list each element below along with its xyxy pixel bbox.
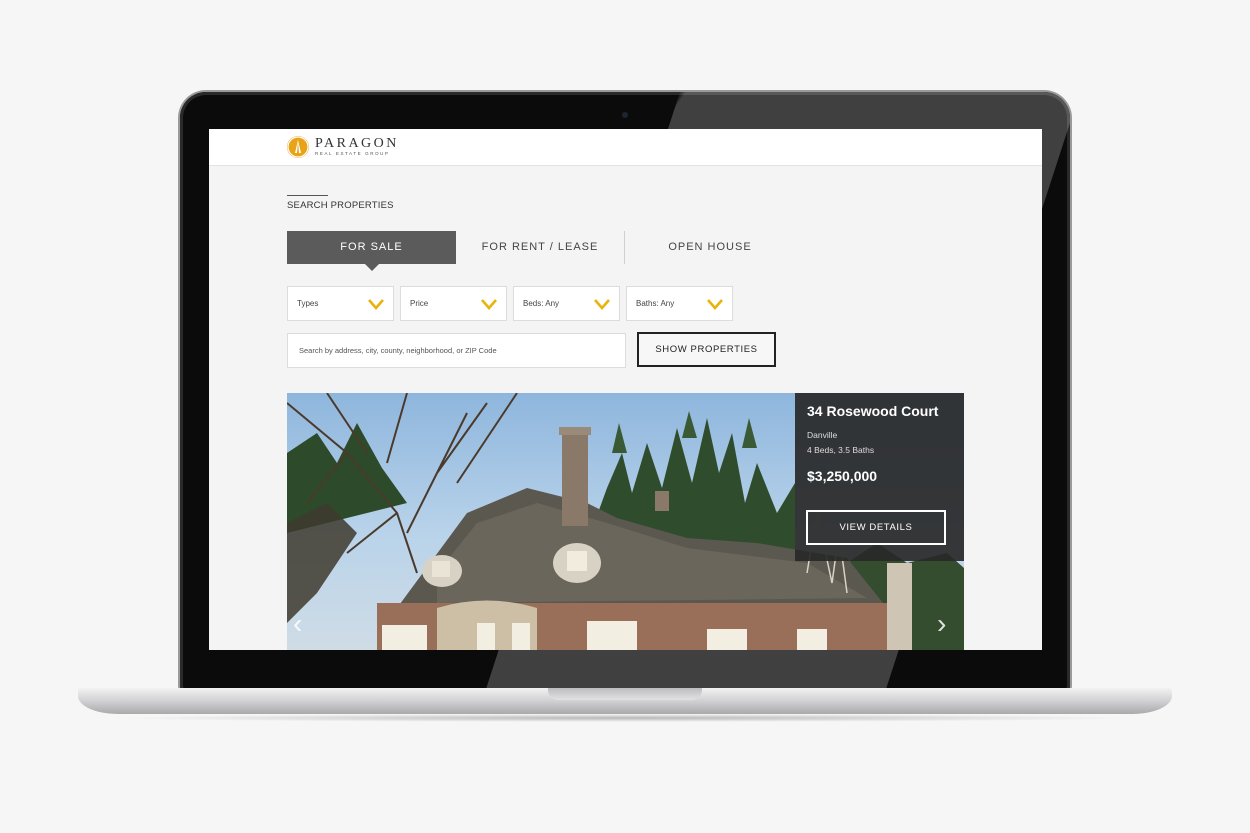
- chevron-right-icon[interactable]: ›: [937, 608, 946, 640]
- chevron-down-icon: [594, 299, 610, 310]
- listing-price: $3,250,000: [807, 468, 878, 484]
- section-title: SEARCH PROPERTIES: [287, 200, 394, 211]
- site-header: PARAGON REAL ESTATE GROUP: [209, 129, 1042, 166]
- tab-open-house[interactable]: OPEN HOUSE: [625, 231, 795, 264]
- types-select-label: Types: [297, 299, 319, 308]
- listing-city: Danville: [807, 430, 838, 440]
- chevron-left-icon[interactable]: ‹: [293, 608, 302, 640]
- types-select[interactable]: Types: [287, 286, 394, 321]
- paragon-logo-icon: [287, 136, 309, 158]
- section-rule: [287, 195, 328, 196]
- brand-name: PARAGON: [315, 136, 399, 151]
- brand-tagline: REAL ESTATE GROUP: [315, 151, 390, 156]
- listing-address: 34 Rosewood Court: [807, 403, 939, 419]
- browser-screen: PARAGON REAL ESTATE GROUP SEARCH PROPERT…: [209, 129, 1042, 650]
- laptop-shadow: [110, 714, 1140, 722]
- featured-listing-slider: 34 Rosewood Court Danville 4 Beds, 3.5 B…: [287, 393, 964, 650]
- listing-beds-baths: 4 Beds, 3.5 Baths: [807, 445, 875, 455]
- baths-select[interactable]: Baths: Any: [626, 286, 733, 321]
- location-search-input[interactable]: Search by address, city, county, neighbo…: [287, 333, 626, 368]
- tab-for-rent-lease[interactable]: FOR RENT / LEASE: [456, 231, 624, 264]
- beds-select[interactable]: Beds: Any: [513, 286, 620, 321]
- baths-select-label: Baths: Any: [636, 299, 675, 308]
- listing-tabs: FOR SALE FOR RENT / LEASE OPEN HOUSE: [287, 231, 787, 271]
- price-select-label: Price: [410, 299, 429, 308]
- chevron-down-icon: [368, 299, 384, 310]
- laptop-notch: [548, 688, 702, 700]
- chevron-down-icon: [481, 299, 497, 310]
- brand-logo[interactable]: PARAGON REAL ESTATE GROUP: [287, 136, 399, 158]
- price-select[interactable]: Price: [400, 286, 507, 321]
- beds-select-label: Beds: Any: [523, 299, 560, 308]
- camera: [622, 112, 628, 118]
- tab-for-sale[interactable]: FOR SALE: [287, 231, 456, 271]
- view-details-button[interactable]: VIEW DETAILS: [806, 510, 946, 545]
- chevron-down-icon: [707, 299, 723, 310]
- show-properties-button[interactable]: SHOW PROPERTIES: [637, 332, 776, 367]
- filter-row: Types Price Beds: Any Baths: Any: [287, 286, 733, 321]
- listing-info-panel: 34 Rosewood Court Danville 4 Beds, 3.5 B…: [795, 393, 964, 561]
